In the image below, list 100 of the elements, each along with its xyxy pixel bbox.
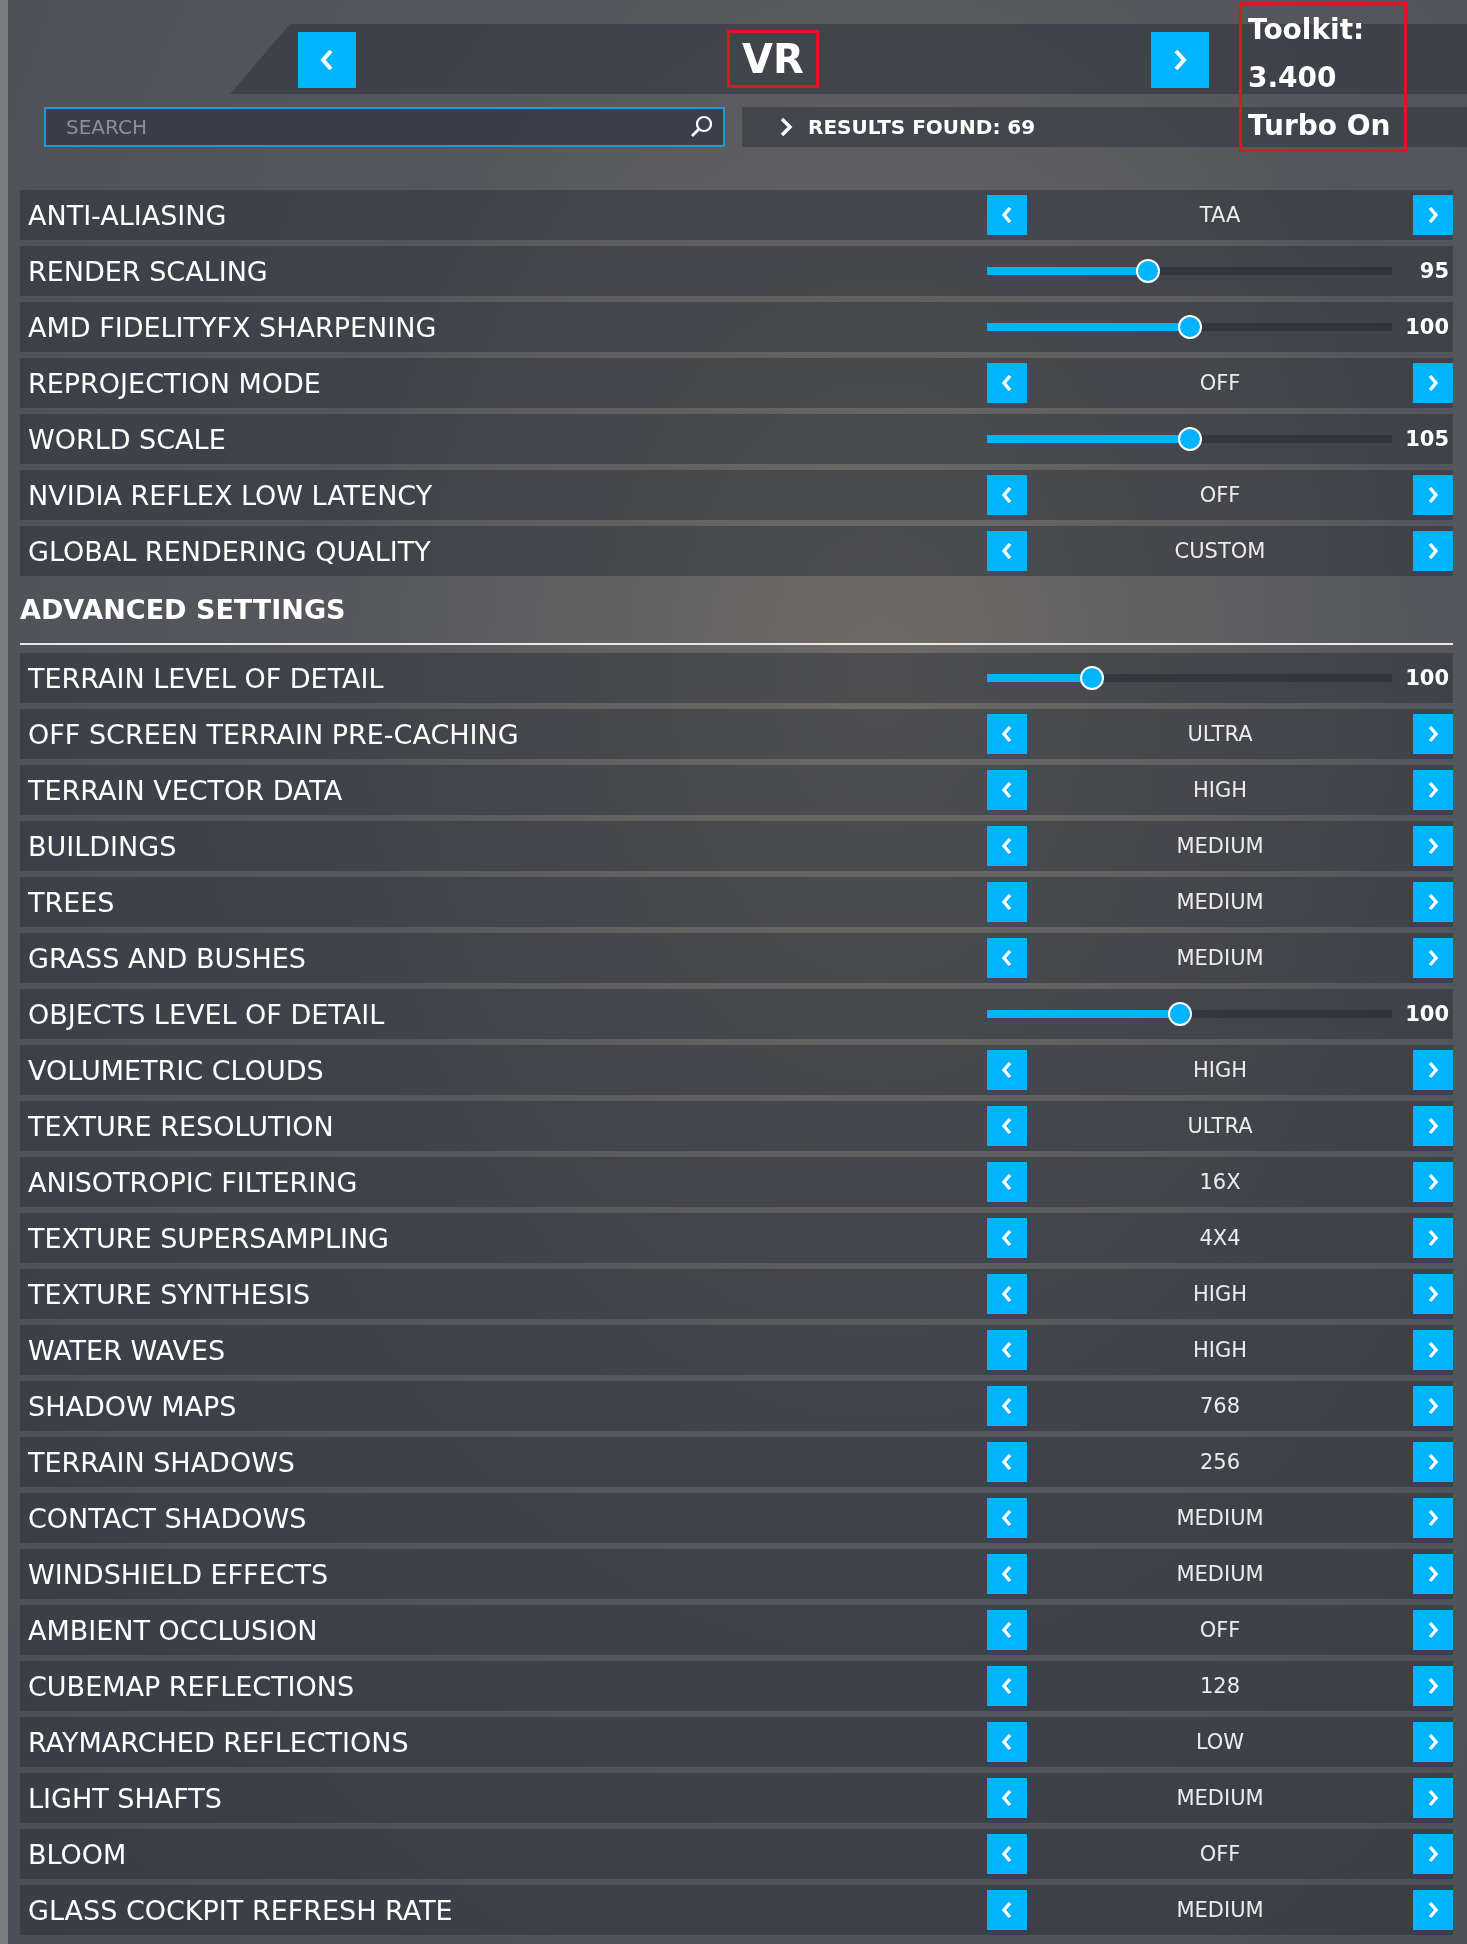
previous-option-button[interactable] xyxy=(987,1106,1027,1146)
setting-row[interactable]: OFF SCREEN TERRAIN PRE-CACHING ULTRA xyxy=(20,709,1453,759)
setting-row[interactable]: RAYMARCHED REFLECTIONS LOW xyxy=(20,1717,1453,1767)
slider-thumb[interactable] xyxy=(1177,315,1202,339)
next-option-button[interactable] xyxy=(1413,1610,1453,1650)
previous-option-button[interactable] xyxy=(987,1050,1027,1090)
previous-option-button[interactable] xyxy=(987,1386,1027,1426)
setting-row[interactable]: REPROJECTION MODE OFF xyxy=(20,358,1453,408)
slider-reading: 95 xyxy=(1418,259,1450,283)
setting-row[interactable]: ANTI-ALIASING TAA xyxy=(20,190,1453,240)
chevron-right-icon xyxy=(1426,1228,1440,1248)
previous-option-button[interactable] xyxy=(987,1162,1027,1202)
previous-option-button[interactable] xyxy=(987,1274,1027,1314)
setting-row[interactable]: TEXTURE SYNTHESIS HIGH xyxy=(20,1269,1453,1319)
previous-option-button[interactable] xyxy=(987,1610,1027,1650)
setting-row[interactable]: GLASS COCKPIT REFRESH RATE MEDIUM xyxy=(20,1885,1453,1935)
previous-option-button[interactable] xyxy=(987,1442,1027,1482)
setting-value: OFF xyxy=(1198,1842,1242,1866)
slider-thumb[interactable] xyxy=(1080,666,1105,690)
setting-row[interactable]: RENDER SCALING 95 xyxy=(20,246,1453,296)
next-option-button[interactable] xyxy=(1413,1498,1453,1538)
chevron-right-icon xyxy=(1426,1452,1440,1472)
previous-option-button[interactable] xyxy=(987,826,1027,866)
setting-row[interactable]: TERRAIN SHADOWS 256 xyxy=(20,1437,1453,1487)
previous-option-button[interactable] xyxy=(987,531,1027,571)
next-option-button[interactable] xyxy=(1413,1666,1453,1706)
setting-row[interactable]: GRASS AND BUSHES MEDIUM xyxy=(20,933,1453,983)
previous-option-button[interactable] xyxy=(987,1498,1027,1538)
slider-thumb[interactable] xyxy=(1177,427,1202,451)
setting-row[interactable]: CONTACT SHADOWS MEDIUM xyxy=(20,1493,1453,1543)
previous-option-button[interactable] xyxy=(987,1778,1027,1818)
setting-row[interactable]: BUILDINGS MEDIUM xyxy=(20,821,1453,871)
next-option-button[interactable] xyxy=(1413,714,1453,754)
setting-row[interactable]: WORLD SCALE 105 xyxy=(20,414,1453,464)
previous-option-button[interactable] xyxy=(987,475,1027,515)
setting-value: HIGH xyxy=(1191,1282,1249,1306)
setting-row[interactable]: AMBIENT OCCLUSION OFF xyxy=(20,1605,1453,1655)
next-option-button[interactable] xyxy=(1413,1778,1453,1818)
next-option-button[interactable] xyxy=(1413,938,1453,978)
next-option-button[interactable] xyxy=(1413,770,1453,810)
next-option-button[interactable] xyxy=(1413,1554,1453,1594)
previous-option-button[interactable] xyxy=(987,363,1027,403)
next-option-button[interactable] xyxy=(1413,531,1453,571)
setting-row[interactable]: CUBEMAP REFLECTIONS 128 xyxy=(20,1661,1453,1711)
previous-option-button[interactable] xyxy=(987,1834,1027,1874)
next-option-button[interactable] xyxy=(1413,1890,1453,1930)
setting-row[interactable]: TERRAIN VECTOR DATA HIGH xyxy=(20,765,1453,815)
next-option-button[interactable] xyxy=(1413,1722,1453,1762)
setting-row[interactable]: AMD FIDELITYFX SHARPENING 100 xyxy=(20,302,1453,352)
slider-thumb[interactable] xyxy=(1135,259,1160,283)
next-option-button[interactable] xyxy=(1413,363,1453,403)
previous-button[interactable] xyxy=(298,32,356,88)
next-option-button[interactable] xyxy=(1413,882,1453,922)
setting-label: NVIDIA REFLEX LOW LATENCY xyxy=(28,479,433,511)
previous-option-button[interactable] xyxy=(987,938,1027,978)
next-option-button[interactable] xyxy=(1413,1218,1453,1258)
next-option-button[interactable] xyxy=(1413,1162,1453,1202)
previous-option-button[interactable] xyxy=(987,1666,1027,1706)
setting-row[interactable]: OBJECTS LEVEL OF DETAIL 100 xyxy=(20,989,1453,1039)
next-option-button[interactable] xyxy=(1413,826,1453,866)
next-option-button[interactable] xyxy=(1413,195,1453,235)
next-option-button[interactable] xyxy=(1413,1106,1453,1146)
setting-row[interactable]: ANISOTROPIC FILTERING 16X xyxy=(20,1157,1453,1207)
setting-row[interactable]: TEXTURE SUPERSAMPLING 4X4 xyxy=(20,1213,1453,1263)
setting-row[interactable]: WATER WAVES HIGH xyxy=(20,1325,1453,1375)
next-option-button[interactable] xyxy=(1413,1386,1453,1426)
next-button[interactable] xyxy=(1151,32,1209,88)
setting-row[interactable]: TEXTURE RESOLUTION ULTRA xyxy=(20,1101,1453,1151)
setting-row[interactable]: VOLUMETRIC CLOUDS HIGH xyxy=(20,1045,1453,1095)
previous-option-button[interactable] xyxy=(987,1722,1027,1762)
chevron-right-icon xyxy=(1426,1620,1440,1640)
next-option-button[interactable] xyxy=(1413,475,1453,515)
setting-row[interactable]: TERRAIN LEVEL OF DETAIL 100 xyxy=(20,653,1453,703)
slider-thumb[interactable] xyxy=(1167,1002,1192,1026)
previous-option-button[interactable] xyxy=(987,195,1027,235)
next-option-button[interactable] xyxy=(1413,1442,1453,1482)
next-option-button[interactable] xyxy=(1413,1330,1453,1370)
setting-row[interactable]: SHADOW MAPS 768 xyxy=(20,1381,1453,1431)
chevron-left-icon xyxy=(1000,1676,1014,1696)
previous-option-button[interactable] xyxy=(987,882,1027,922)
setting-row[interactable]: WINDSHIELD EFFECTS MEDIUM xyxy=(20,1549,1453,1599)
setting-row[interactable]: TREES MEDIUM xyxy=(20,877,1453,927)
page-title: VR xyxy=(727,30,819,88)
setting-row[interactable]: NVIDIA REFLEX LOW LATENCY OFF xyxy=(20,470,1453,520)
setting-value: MEDIUM xyxy=(1175,1562,1265,1586)
setting-row[interactable]: GLOBAL RENDERING QUALITY CUSTOM xyxy=(20,526,1453,576)
setting-value: 256 xyxy=(1198,1450,1242,1474)
previous-option-button[interactable] xyxy=(987,1330,1027,1370)
setting-row[interactable]: LIGHT SHAFTS MEDIUM xyxy=(20,1773,1453,1823)
previous-option-button[interactable] xyxy=(987,1890,1027,1930)
setting-row[interactable]: BLOOM OFF xyxy=(20,1829,1453,1879)
previous-option-button[interactable] xyxy=(987,714,1027,754)
chevron-right-icon xyxy=(1426,1172,1440,1192)
next-option-button[interactable] xyxy=(1413,1050,1453,1090)
previous-option-button[interactable] xyxy=(987,1218,1027,1258)
search-field[interactable]: SEARCH xyxy=(44,107,725,147)
previous-option-button[interactable] xyxy=(987,770,1027,810)
previous-option-button[interactable] xyxy=(987,1554,1027,1594)
next-option-button[interactable] xyxy=(1413,1834,1453,1874)
next-option-button[interactable] xyxy=(1413,1274,1453,1314)
